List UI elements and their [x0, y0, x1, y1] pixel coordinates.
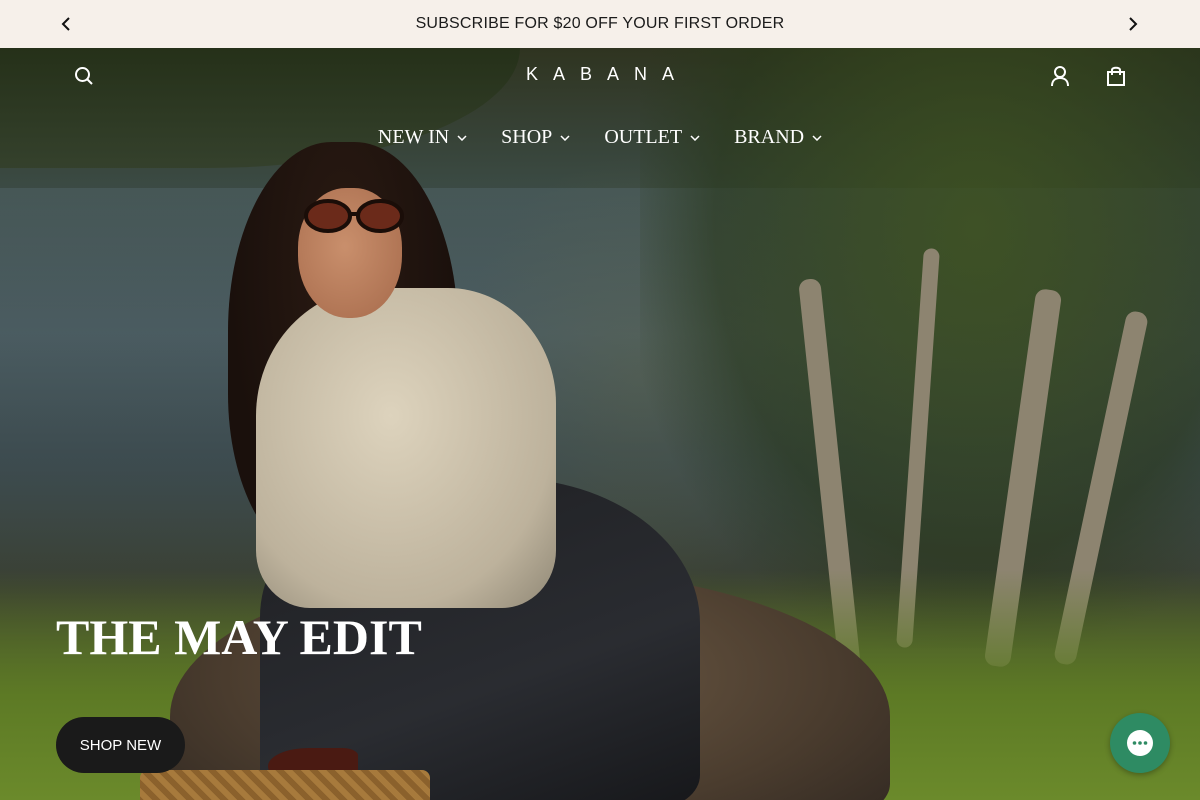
chevron-down-icon: [812, 133, 822, 143]
chevron-down-icon: [457, 133, 467, 143]
sunglasses: [304, 199, 404, 233]
announcement-bar: SUBSCRIBE FOR $20 OFF YOUR FIRST ORDER: [0, 0, 1200, 48]
shopping-bag-icon[interactable]: [1104, 64, 1128, 88]
chevron-down-icon: [560, 133, 570, 143]
hero-banner[interactable]: [0, 48, 1200, 800]
announcement-text[interactable]: SUBSCRIBE FOR $20 OFF YOUR FIRST ORDER: [416, 15, 785, 33]
nav-item-shop[interactable]: SHOP: [501, 126, 570, 149]
main-nav: NEW IN SHOP OUTLET BRAND: [0, 126, 1200, 149]
chevron-left-icon[interactable]: [56, 14, 76, 34]
nav-label: BRAND: [734, 126, 805, 148]
user-icon[interactable]: [1048, 64, 1072, 88]
brand-logo[interactable]: KABANA: [0, 64, 1200, 85]
nav-label: OUTLET: [604, 126, 683, 148]
chevron-right-icon[interactable]: [1123, 14, 1143, 34]
nav-item-outlet[interactable]: OUTLET: [604, 126, 700, 149]
hero-title: THE MAY EDIT: [56, 609, 422, 665]
nav-item-brand[interactable]: BRAND: [734, 126, 822, 149]
woven-basket: [140, 770, 430, 800]
shop-new-button[interactable]: SHOP NEW: [56, 717, 185, 773]
model-shirt: [256, 288, 556, 608]
chevron-down-icon: [690, 133, 700, 143]
chat-bubble-icon[interactable]: [1110, 713, 1170, 773]
nav-label: NEW IN: [377, 126, 450, 148]
nav-label: SHOP: [501, 126, 553, 148]
nav-item-new-in[interactable]: NEW IN: [378, 126, 467, 149]
